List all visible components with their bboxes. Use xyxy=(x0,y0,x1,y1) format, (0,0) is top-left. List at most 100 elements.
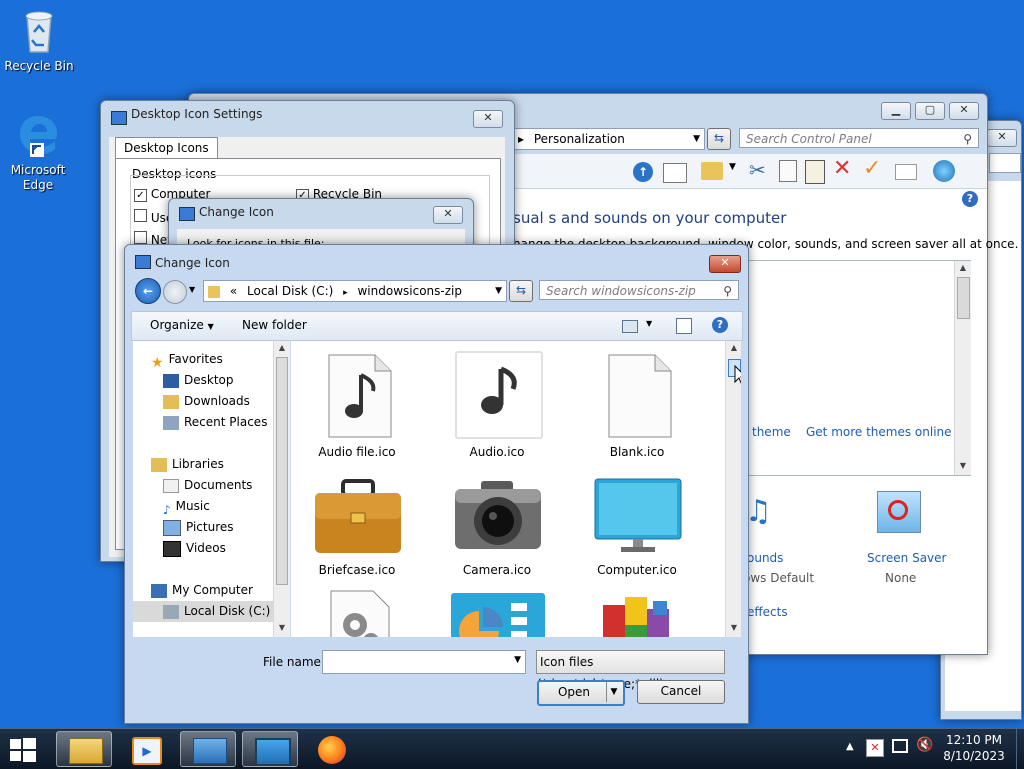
nav-pictures[interactable]: Pictures xyxy=(163,517,234,538)
cancel-button[interactable]: Cancel xyxy=(637,680,725,704)
close-button-back[interactable]: ✕ xyxy=(987,129,1017,147)
files-scroll-down-icon[interactable]: ▼ xyxy=(727,621,741,635)
open-dropdown-icon[interactable]: ▼ xyxy=(606,682,621,702)
file-type-select[interactable]: Icon files (*.ico;*.icl;*.exe;*.dll) ▼ xyxy=(536,650,725,691)
copy-icon[interactable] xyxy=(779,160,797,182)
forward-button[interactable] xyxy=(163,280,187,304)
search-fragment[interactable] xyxy=(989,153,1021,173)
up-icon[interactable]: ↑ xyxy=(633,162,653,182)
file-item[interactable]: Blank.ico xyxy=(577,353,697,463)
nav-downloads[interactable]: Downloads xyxy=(163,391,250,412)
sounds-link[interactable]: ounds xyxy=(747,551,783,565)
file-item[interactable]: Briefcase.ico xyxy=(297,475,417,585)
file-item[interactable]: Audio.ico xyxy=(437,351,557,463)
file-name-dropdown-icon[interactable]: ▼ xyxy=(514,655,521,665)
nav-favorites[interactable]: ★ Favorites xyxy=(151,349,223,371)
checkbox-network[interactable] xyxy=(134,231,147,244)
globe-icon[interactable] xyxy=(933,160,955,182)
desktop-icon-recycle-bin[interactable]: Recycle Bin xyxy=(1,6,77,74)
new-folder-button[interactable]: New folder xyxy=(242,318,307,332)
screen-saver-icon[interactable] xyxy=(877,491,921,533)
dialog-refresh-button[interactable]: ⇆ xyxy=(509,280,533,302)
tray-volume-icon[interactable]: 🔇 xyxy=(916,737,933,753)
check-icon[interactable]: ✓ xyxy=(863,156,881,181)
sounds-icon[interactable]: ♫ xyxy=(745,494,772,529)
show-desktop-button[interactable] xyxy=(1016,729,1024,769)
pane-icon[interactable] xyxy=(663,163,687,183)
file-item[interactable]: Camera.ico xyxy=(437,475,557,585)
view-dropdown-icon[interactable]: ▼ xyxy=(646,319,652,328)
nav-desktop[interactable]: Desktop xyxy=(163,370,234,391)
scroll-thumb[interactable] xyxy=(957,277,970,319)
dialog-close-button[interactable]: ✕ xyxy=(709,255,741,273)
change-icon-back-close[interactable]: ✕ xyxy=(433,206,463,224)
preview-pane-icon[interactable] xyxy=(676,318,692,334)
breadcrumb-folder[interactable]: windowsicons-zip xyxy=(357,284,462,298)
taskbar-firefox[interactable] xyxy=(304,731,360,767)
file-item[interactable] xyxy=(577,595,697,637)
nav-my-computer[interactable]: My Computer xyxy=(151,580,253,601)
minimize-button[interactable]: ▁ xyxy=(881,102,911,120)
history-dropdown-icon[interactable]: ▼ xyxy=(189,285,195,294)
address-dropdown-icon[interactable]: ▼ xyxy=(693,129,700,149)
nav-scroll-thumb[interactable] xyxy=(276,357,288,585)
file-item[interactable] xyxy=(297,589,417,637)
taskbar-explorer[interactable] xyxy=(56,731,112,767)
mail-icon[interactable] xyxy=(895,164,917,180)
help-button-icon[interactable]: ? xyxy=(712,317,728,333)
help-icon[interactable]: ? xyxy=(962,191,978,207)
back-button[interactable]: ← xyxy=(135,278,161,304)
checkbox-user[interactable] xyxy=(134,209,147,222)
effects-link[interactable]: effects xyxy=(747,605,788,619)
settings-close-button[interactable]: ✕ xyxy=(473,110,503,128)
nav-scroll-up-icon[interactable]: ▲ xyxy=(275,341,289,355)
dialog-search[interactable]: Search windowsicons-zip ⚲ xyxy=(539,280,739,300)
theme-link[interactable]: theme xyxy=(752,425,791,439)
nav-documents[interactable]: Documents xyxy=(163,475,252,496)
nav-videos[interactable]: Videos xyxy=(163,538,226,559)
nav-scroll-down-icon[interactable]: ▼ xyxy=(275,621,289,635)
folder-icon[interactable] xyxy=(701,162,723,180)
file-item[interactable] xyxy=(437,591,557,637)
themes-scrollbar[interactable]: ▲ ▼ xyxy=(954,261,971,475)
breadcrumb-drive[interactable]: Local Disk (C:) xyxy=(247,284,333,298)
nav-scrollbar[interactable]: ▲ ▼ xyxy=(273,341,290,637)
delete-icon[interactable]: ✕ xyxy=(833,156,851,181)
refresh-button[interactable]: ⇆ xyxy=(707,128,731,150)
tray-network-icon[interactable] xyxy=(892,739,908,753)
tray-action-center-icon[interactable]: ✕ xyxy=(866,739,884,757)
start-button[interactable] xyxy=(8,735,38,763)
taskbar-media-player[interactable]: ▶ xyxy=(118,731,174,767)
open-button[interactable]: Open ▼ xyxy=(537,680,625,706)
nav-recent-places[interactable]: Recent Places xyxy=(163,412,267,433)
taskbar-control-panel[interactable] xyxy=(180,731,236,767)
nav-local-disk[interactable]: Local Disk (C:) xyxy=(133,601,273,622)
checkbox-computer[interactable]: ✓ xyxy=(134,189,147,202)
clock-date[interactable]: 8/10/2023 xyxy=(940,749,1008,763)
desktop-icon-edge[interactable]: Microsoft Edge xyxy=(0,112,76,193)
get-more-themes-link[interactable]: Get more themes online xyxy=(806,425,952,439)
breadcrumb-bar[interactable]: « Local Disk (C:) ▸ windowsicons-zip ▼ xyxy=(203,280,507,302)
file-item[interactable]: Computer.ico xyxy=(577,475,697,585)
clock-time[interactable]: 12:10 PM xyxy=(944,733,1004,747)
dropdown-icon[interactable]: ▼ xyxy=(729,162,736,172)
cut-icon[interactable]: ✂ xyxy=(749,158,766,182)
control-panel-search[interactable]: Search Control Panel ⚲ xyxy=(739,128,979,148)
screen-saver-link[interactable]: Screen Saver xyxy=(867,551,946,565)
files-scroll-up-icon[interactable]: ▲ xyxy=(727,341,741,355)
taskbar-display-settings[interactable] xyxy=(242,731,298,767)
maximize-button[interactable]: ▢ xyxy=(915,102,945,120)
view-icon[interactable] xyxy=(622,320,638,333)
scroll-up-icon[interactable]: ▲ xyxy=(956,261,970,275)
tray-show-hidden-icon[interactable]: ▲ xyxy=(846,741,854,752)
organize-button[interactable]: Organize ▼ xyxy=(150,318,214,332)
paste-icon[interactable] xyxy=(805,160,825,184)
file-name-input[interactable]: ▼ xyxy=(322,650,526,674)
close-button[interactable]: ✕ xyxy=(949,102,979,120)
breadcrumb-overflow[interactable]: « xyxy=(230,284,237,298)
address-bar[interactable]: ▸ Personalization ▼ xyxy=(513,128,705,150)
nav-libraries[interactable]: Libraries xyxy=(151,454,224,475)
nav-music[interactable]: ♪ Music xyxy=(163,496,210,517)
breadcrumb-dropdown-icon[interactable]: ▼ xyxy=(495,281,502,301)
scroll-down-icon[interactable]: ▼ xyxy=(956,459,970,473)
